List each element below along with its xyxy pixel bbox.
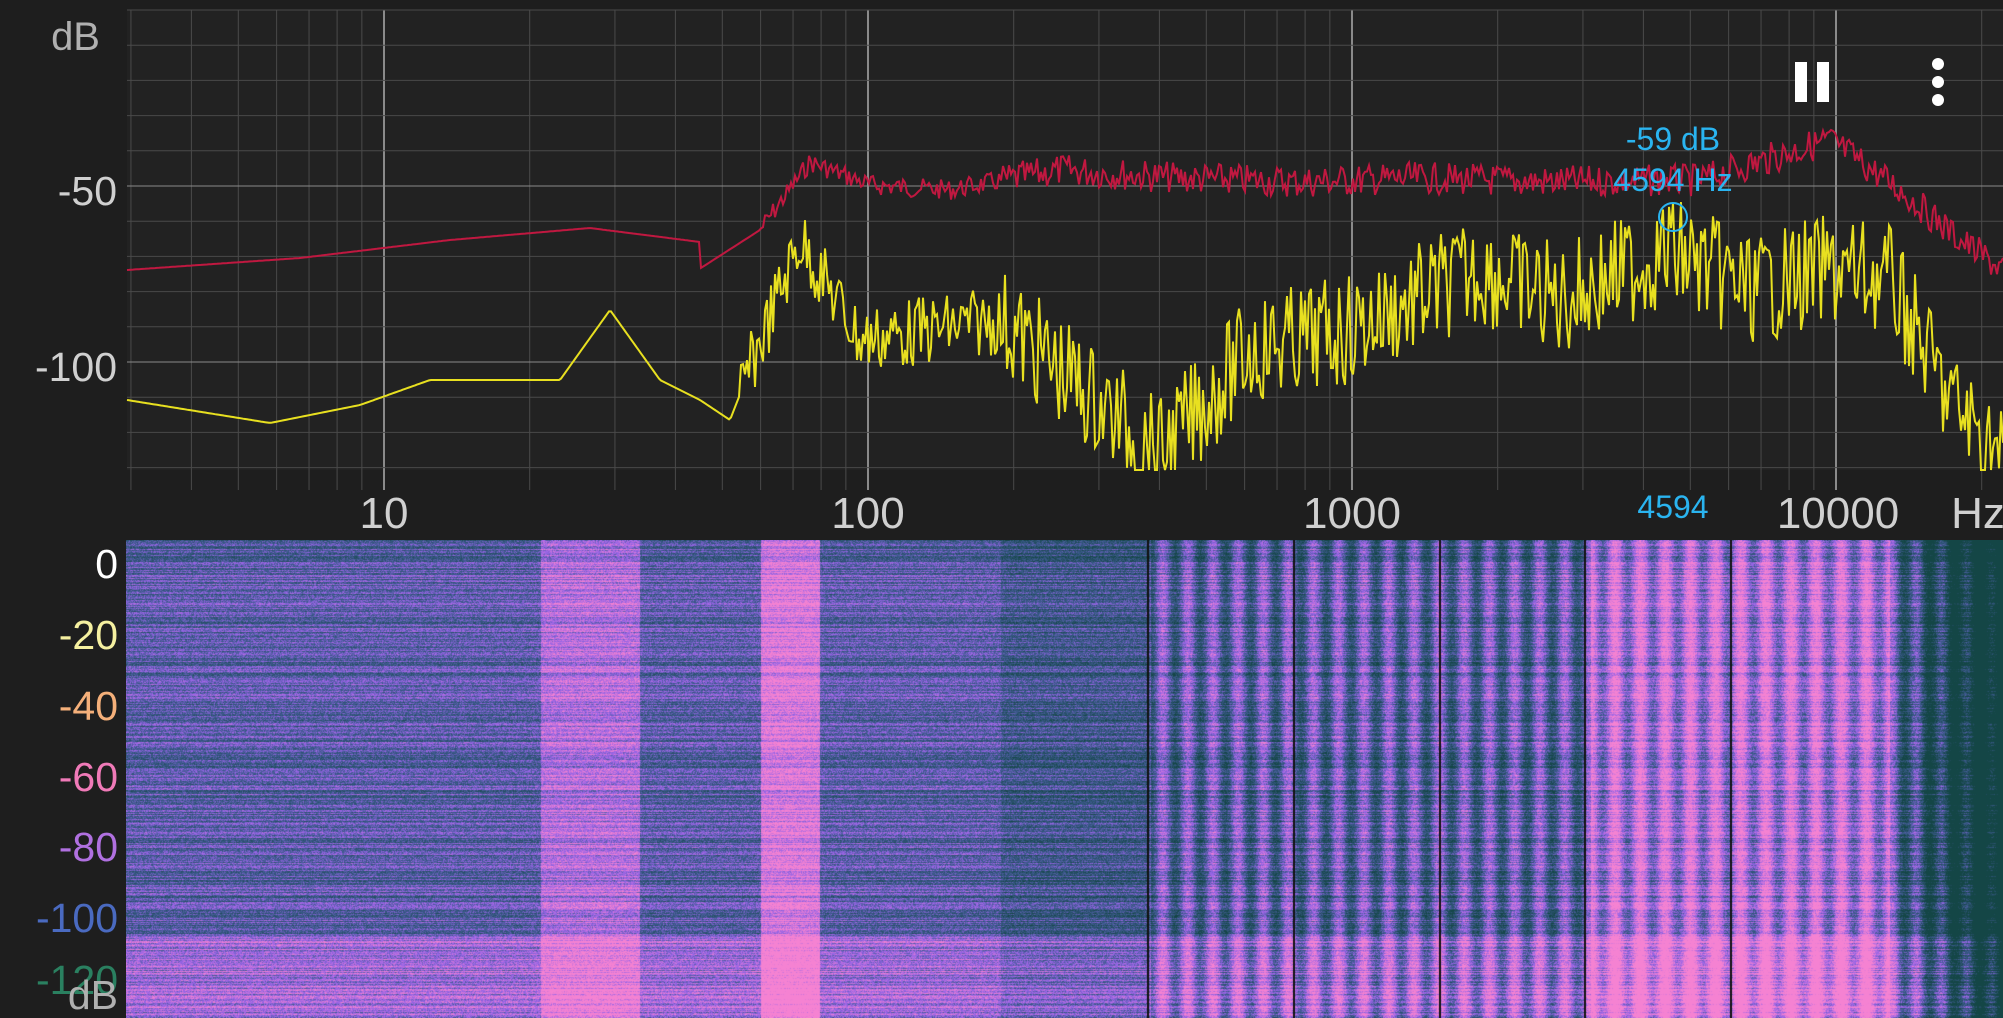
colorbar-label-minus-80: -80: [58, 824, 118, 870]
x-axis-unit: Hz: [1951, 489, 2003, 538]
spectrum-analyzer-app: -59 dB 4594 Hz dB -50 -100 10 100 1000 1…: [0, 0, 2003, 1018]
colorbar-label-minus-100: -100: [35, 895, 118, 941]
y-axis-unit: dB: [51, 15, 100, 59]
cursor-frequency-axis-label: 4594: [1637, 489, 1708, 525]
frequency-spectrum-chart[interactable]: -59 dB 4594 Hz dB -50 -100 10 100 1000 1…: [0, 0, 2003, 540]
pause-button[interactable]: [1780, 50, 1850, 120]
colorbar-label-minus-20: -20: [58, 612, 118, 658]
colorbar-label-minus-60: -60: [58, 754, 118, 800]
x-tick-label: 1000: [1303, 489, 1401, 538]
colorbar-label-0: 0: [95, 541, 118, 587]
spectrogram-panel[interactable]: 0 -20 -40 -60 -80 -100 -120 dB: [0, 540, 2003, 1018]
x-tick-label: 10000: [1777, 489, 1899, 538]
cursor-db-readout: -59 dB: [1626, 121, 1720, 157]
x-tick-label: 10: [360, 489, 409, 538]
x-tick-label: 100: [831, 489, 904, 538]
more-vert-icon: [1932, 58, 1944, 106]
spectrogram-waterfall[interactable]: [126, 540, 2003, 1018]
spectrogram-y-unit: dB: [67, 972, 118, 1018]
pause-icon: [1795, 62, 1807, 102]
overflow-menu-button[interactable]: [1910, 50, 1970, 120]
colorbar-label-minus-40: -40: [58, 683, 118, 729]
cursor-hz-readout: 4594 Hz: [1613, 162, 1732, 198]
y-tick-label: -100: [35, 344, 117, 390]
y-tick-label: -50: [58, 168, 117, 214]
